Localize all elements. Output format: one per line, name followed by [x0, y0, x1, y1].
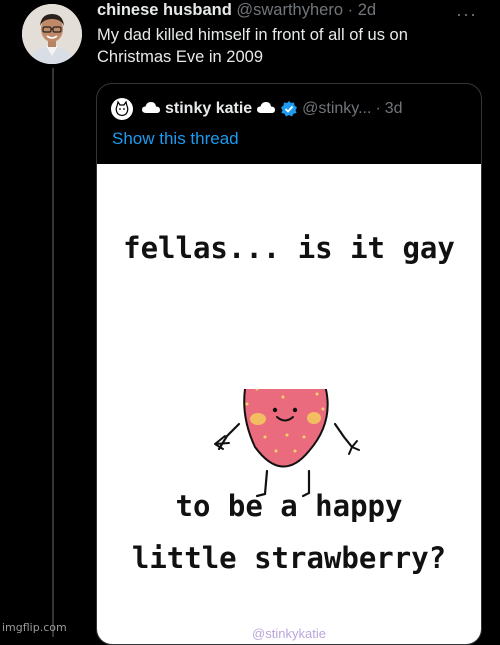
timestamp[interactable]: 2d [358, 1, 376, 19]
separator: · [347, 1, 354, 19]
cloud-icon [141, 100, 161, 119]
imgflip-watermark: imgflip.com [2, 621, 67, 634]
more-horizontal-icon[interactable]: ··· [456, 4, 477, 25]
thread-connector-line [52, 68, 54, 637]
tweet-text-line: My dad killed himself in front of all of… [97, 26, 408, 44]
verified-badge-icon [280, 100, 298, 118]
quote-image[interactable]: fellas... is it gay to be a happy little… [97, 164, 481, 644]
meme-text-line1: fellas... is it gay [123, 231, 455, 265]
tweet-header: chinese husband @swarthyhero · 2d [97, 1, 376, 20]
show-thread-link[interactable]: Show this thread [112, 129, 239, 149]
separator: · [375, 100, 381, 117]
author-name[interactable]: chinese husband [97, 1, 232, 19]
author-handle[interactable]: @swarthyhero [236, 1, 343, 19]
meme-text-line2: to be a happy [175, 489, 403, 523]
image-watermark: @stinkykatie [252, 626, 326, 641]
tweet-text: My dad killed himself in front of all of… [97, 24, 477, 68]
cloud-icon [256, 100, 276, 119]
quote-timestamp[interactable]: 3d [385, 100, 403, 118]
quote-author-name[interactable]: stinky katie [165, 100, 252, 118]
quote-avatar[interactable] [111, 98, 133, 120]
quote-tweet-card[interactable]: stinky katie @stinky... · 3d Show this t… [96, 83, 482, 645]
meme-text-line3: little strawberry? [131, 541, 447, 575]
quote-header: stinky katie @stinky... · 3d [111, 97, 403, 121]
tweet-text-line: Christmas Eve in 2009 [97, 48, 263, 66]
quote-author-handle[interactable]: @stinky... [302, 100, 371, 118]
avatar[interactable] [22, 4, 82, 64]
